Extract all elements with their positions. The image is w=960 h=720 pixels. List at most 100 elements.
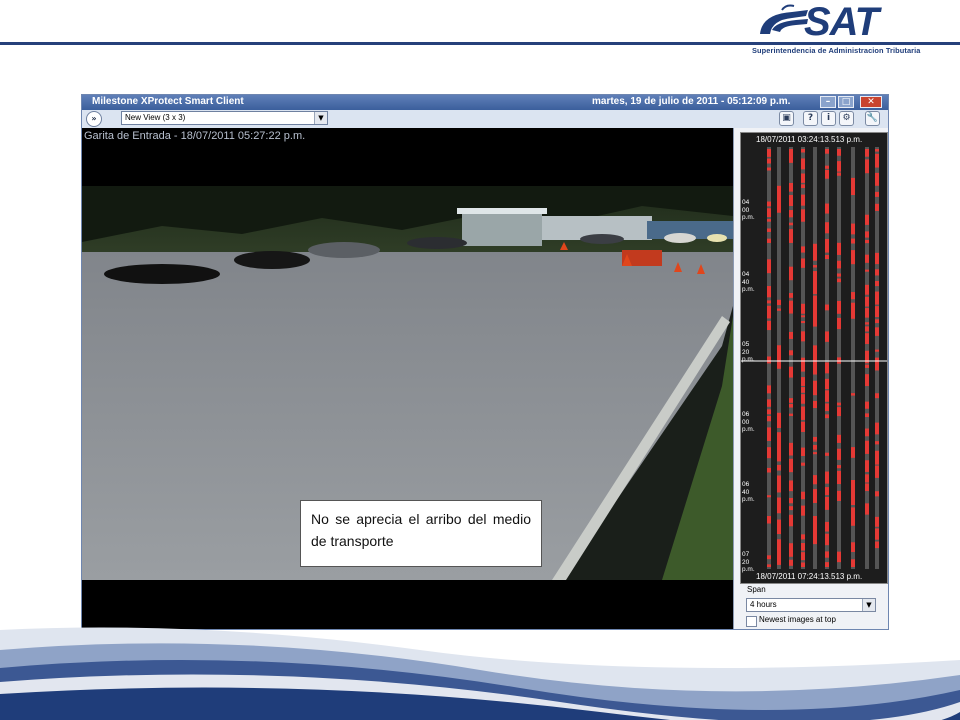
sat-logo: SAT Superintendencia de Administracion T… <box>752 0 952 58</box>
window-title: Milestone XProtect Smart Client <box>92 96 244 107</box>
motion-segment <box>789 194 793 206</box>
motion-segment <box>789 331 793 339</box>
motion-segment <box>801 387 805 393</box>
motion-segment <box>789 497 793 504</box>
motion-segment <box>837 161 841 172</box>
motion-segment <box>767 555 771 560</box>
motion-segment <box>813 400 817 409</box>
motion-segment <box>875 541 879 549</box>
motion-segment <box>865 483 869 492</box>
close-button[interactable]: ✕ <box>860 96 882 108</box>
titlebar[interactable]: Milestone XProtect Smart Client martes, … <box>82 95 888 110</box>
view-select[interactable]: New View (3 x 3) ▼ <box>121 111 328 125</box>
chevron-down-icon[interactable]: ▼ <box>314 112 327 124</box>
motion-segment <box>865 284 869 295</box>
expand-arrow-icon[interactable]: » <box>86 111 102 127</box>
motion-segment <box>837 448 841 460</box>
motion-segment <box>875 357 879 371</box>
motion-segment <box>813 516 817 545</box>
motion-segment <box>801 491 805 500</box>
motion-segment <box>837 260 841 269</box>
motion-segment <box>825 331 829 342</box>
motion-segment <box>789 149 793 163</box>
motion-segment <box>875 269 879 276</box>
motion-segment <box>801 377 805 386</box>
motion-segment <box>789 293 793 298</box>
motion-segment <box>789 506 793 511</box>
motion-segment <box>875 465 879 478</box>
motion-segment <box>825 203 829 214</box>
motion-segment <box>789 398 793 403</box>
motion-segment <box>837 149 841 156</box>
motion-segment <box>865 503 869 515</box>
view-select-value: New View (3 x 3) <box>125 113 186 122</box>
timeline-panel: 18/07/2011 03:24:13.513 p.m. 04 00 p.m. 04 4… <box>733 128 888 629</box>
timeline-tick-hh: 04 <box>742 199 750 206</box>
settings-icon[interactable]: ⚙ <box>839 111 854 126</box>
motion-segment <box>875 252 879 265</box>
motion-segment <box>865 254 869 263</box>
motion-segment <box>777 345 781 369</box>
help-icon[interactable]: ? <box>803 111 818 126</box>
motion-segment <box>767 416 771 422</box>
info-icon[interactable]: i <box>821 111 836 126</box>
motion-segment <box>837 490 841 501</box>
motion-segment <box>825 222 829 234</box>
motion-timeline[interactable]: 18/07/2011 03:24:13.513 p.m. 04 00 p.m. 04 4… <box>740 132 888 584</box>
motion-segment <box>825 390 829 402</box>
motion-segment <box>789 229 793 243</box>
motion-segment <box>777 464 781 471</box>
window-datetime: martes, 19 de julio de 2011 - 05:12:09 p… <box>592 96 791 107</box>
timeline-tick-hh: 06 <box>742 411 750 418</box>
motion-segment <box>865 374 869 387</box>
motion-segment <box>865 401 869 409</box>
motion-segment <box>875 319 879 324</box>
motion-segment <box>777 475 781 493</box>
chevron-down-icon[interactable]: ▼ <box>862 599 875 611</box>
motion-segment <box>825 238 829 253</box>
motion-segment <box>875 528 879 540</box>
motion-segment <box>789 350 793 356</box>
motion-segment <box>767 300 771 304</box>
span-select-value: 4 hours <box>750 600 777 609</box>
motion-segment <box>801 149 805 153</box>
motion-segment <box>837 402 841 406</box>
minimize-button[interactable]: – <box>820 96 836 108</box>
motion-segment <box>801 462 805 466</box>
motion-segment <box>789 413 793 416</box>
motion-segment <box>865 159 869 174</box>
motion-segment <box>825 533 829 546</box>
motion-segment <box>825 254 829 260</box>
motion-segment <box>801 394 805 404</box>
motion-segment <box>767 228 771 232</box>
motion-segment <box>875 280 879 287</box>
motion-segment <box>865 296 869 307</box>
motion-segment <box>801 173 805 183</box>
motion-segment <box>825 304 829 311</box>
motion-segment <box>837 434 841 443</box>
motion-segment <box>813 271 817 295</box>
motion-segment <box>801 246 805 253</box>
motion-segment <box>801 209 805 222</box>
motion-segment <box>837 407 841 417</box>
toolbar: » New View (3 x 3) ▼ ▣ ? i ⚙ 🔧 <box>82 110 888 129</box>
motion-segment <box>767 259 771 274</box>
motion-segment <box>875 441 879 445</box>
span-select[interactable]: 4 hours ▼ <box>746 598 876 612</box>
motion-segment <box>865 231 869 238</box>
motion-segment <box>813 243 817 261</box>
motion-segment <box>851 479 855 506</box>
motion-segment <box>851 302 855 319</box>
fullscreen-icon[interactable]: ▣ <box>779 111 794 126</box>
timeline-tick-mm: 40 <box>742 278 750 286</box>
motion-segment <box>865 474 869 483</box>
motion-segment <box>825 452 829 456</box>
motion-segment <box>865 428 869 437</box>
maximize-button[interactable]: □ <box>838 96 854 108</box>
motion-segment <box>777 185 781 213</box>
motion-segment <box>837 317 841 330</box>
timeline-tick-label: 04 40 p.m. <box>742 271 756 294</box>
tools-icon[interactable]: 🔧 <box>865 111 880 126</box>
motion-segment <box>837 172 841 176</box>
motion-segment <box>825 471 829 484</box>
